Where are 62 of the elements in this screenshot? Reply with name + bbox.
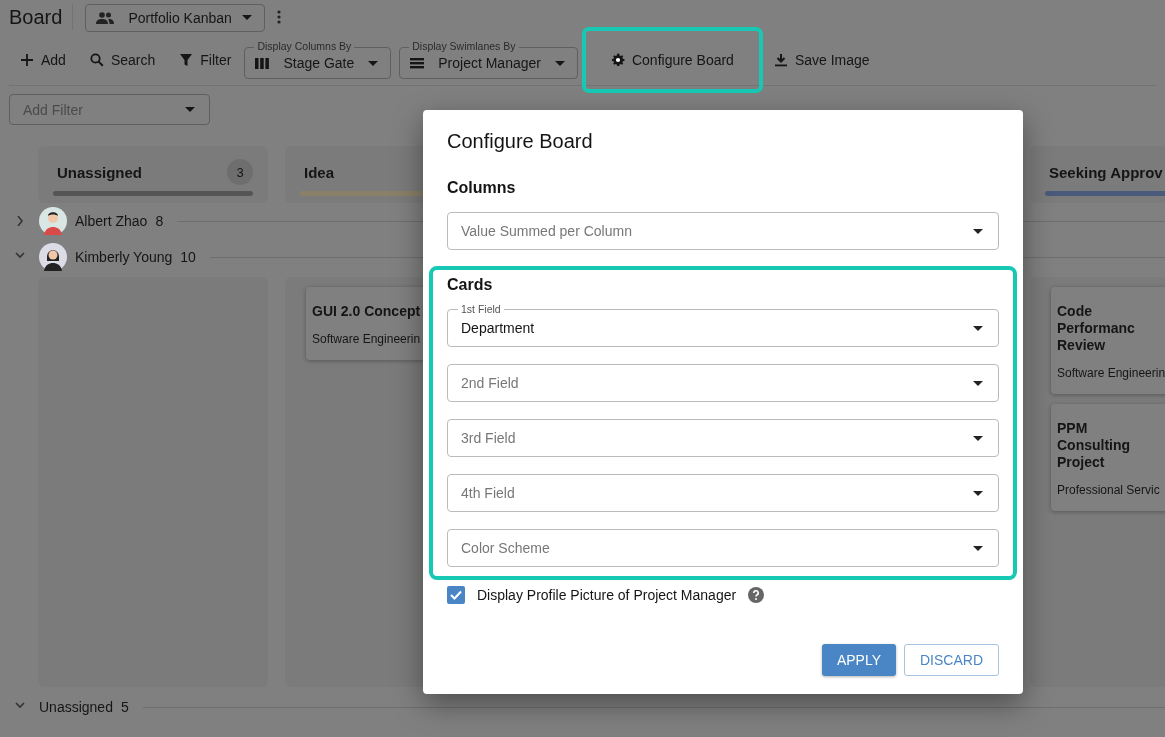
column-title: Idea <box>304 163 334 181</box>
caret-icon <box>185 107 195 112</box>
caret-icon <box>973 545 983 551</box>
caret-icon <box>241 15 252 20</box>
swimlane-count: 10 <box>180 249 196 265</box>
caret-icon <box>973 435 983 441</box>
apply-button[interactable]: APPLY <box>821 644 896 676</box>
select-field[interactable]: 2nd Field <box>447 364 999 402</box>
select-field[interactable]: 3rd Field <box>447 419 999 457</box>
checkbox[interactable] <box>447 586 465 604</box>
section-heading: Columns <box>447 179 517 197</box>
card-title: GUI 2.0 Concept <box>312 303 422 320</box>
caret-icon <box>973 490 983 496</box>
rows-icon <box>410 56 425 70</box>
select-field[interactable]: Value Summed per Column <box>447 212 999 250</box>
floating-label: Display Swimlanes By <box>409 40 519 52</box>
card-department: Software Engineerin <box>1057 366 1165 380</box>
field-label: 1st Field <box>458 303 504 315</box>
more-icon[interactable] <box>276 10 281 24</box>
discard-button[interactable]: DISCARD <box>904 644 999 676</box>
toolbar-button[interactable]: Filter <box>168 42 243 78</box>
card-title: Code Performanc Review <box>1057 303 1136 354</box>
toolbar-button[interactable]: Search <box>78 42 167 78</box>
swimlane-name: Kimberly Young <box>75 249 173 265</box>
caret-icon <box>368 60 379 66</box>
columns-icon <box>255 56 270 70</box>
people-icon <box>96 11 115 24</box>
swimlane-count: 8 <box>155 213 164 229</box>
checkbox-label: Display Profile Picture of Project Manager <box>477 587 737 603</box>
card-department: Professional Servic <box>1057 483 1161 497</box>
project-card[interactable]: Code Performanc Review Software Engineerin <box>1051 287 1165 394</box>
toolbar-button[interactable]: Add <box>9 42 77 78</box>
caret-icon <box>554 60 565 66</box>
search-icon <box>89 53 104 67</box>
count-badge: 3 <box>227 159 253 185</box>
column-title: Seeking Approv <box>1049 163 1163 181</box>
plus-icon <box>20 53 34 67</box>
card-title: PPM Consulting Project <box>1057 420 1132 471</box>
filter-icon <box>179 53 194 67</box>
caret-icon <box>973 325 983 331</box>
help-icon[interactable] <box>748 587 765 603</box>
page-title: Board <box>9 4 74 30</box>
view-dropdown[interactable]: Portfolio Kanban <box>85 3 265 32</box>
caret-icon <box>973 228 983 234</box>
project-card[interactable]: PPM Consulting Project Professional Servic <box>1051 404 1165 511</box>
card-department: Software Engineerin <box>312 332 422 346</box>
column-title: Unassigned <box>57 163 143 181</box>
settings-icon <box>610 53 625 67</box>
swimlane-name: Albert Zhao <box>75 213 148 229</box>
select-field[interactable]: Color Scheme <box>447 529 999 567</box>
swimlane-name: Unassigned <box>39 699 113 715</box>
select-field[interactable]: 4th Field <box>447 474 999 512</box>
caret-icon <box>973 380 983 386</box>
dialog-title: Configure Board <box>447 130 594 153</box>
toolbar-button[interactable]: Configure Board <box>581 27 763 93</box>
toolbar-button[interactable]: Save Image <box>762 42 881 78</box>
floating-label: Display Columns By <box>254 40 355 52</box>
chevron-icon[interactable] <box>15 216 25 226</box>
download-icon <box>773 53 788 67</box>
avatar <box>39 207 67 235</box>
swimlane-count: 5 <box>120 699 129 715</box>
avatar <box>39 243 67 271</box>
